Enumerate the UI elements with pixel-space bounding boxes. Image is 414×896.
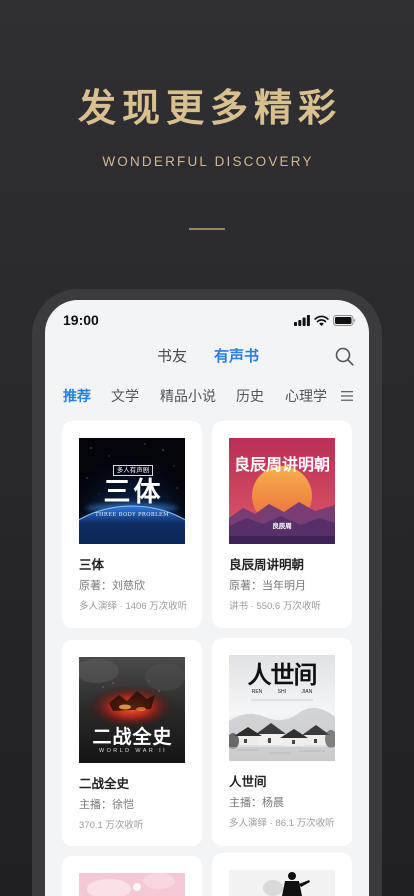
wifi-icon xyxy=(314,315,329,326)
book-credit: 主播：杨晨 xyxy=(229,797,284,809)
promo-subheadline: WONDERFUL DISCOVERY xyxy=(102,154,314,169)
status-bar: 19:00 xyxy=(45,300,369,336)
book-cover xyxy=(79,873,185,896)
phone-frame: 19:00 书友 有声书 推荐 文学 精品小说 历史 心理学 多人有声剧 三体 … xyxy=(32,289,382,896)
book-cover: 多人有声剧 三体 THREE BODY PROBLEM xyxy=(79,438,185,544)
category-tab-recommended[interactable]: 推荐 xyxy=(63,387,91,405)
category-tab-literature[interactable]: 文学 xyxy=(111,387,139,405)
book-card[interactable]: 二战全史 WORLD WAR II 二战全史 主播：徐恺 370.1 万次收听 xyxy=(62,640,202,846)
book-card[interactable] xyxy=(62,856,202,896)
book-credit: 主播：徐恺 xyxy=(79,799,134,811)
book-title: 人世间 xyxy=(229,775,267,789)
book-cover: 人世间 REN SHI JIAN xyxy=(229,655,335,761)
book-play-count: 多人演绎 · 1406 万次收听 xyxy=(79,601,188,612)
status-icons xyxy=(294,314,356,326)
status-time: 19:00 xyxy=(63,312,99,328)
cover-subtitle: WORLD WAR II xyxy=(98,748,167,754)
cover-badge: 多人有声剧 xyxy=(113,465,153,476)
book-card[interactable]: 良辰周讲明朝 良辰周 良辰周讲明朝 原著：当年明月 讲书 · 550.6 万次收… xyxy=(212,421,352,628)
book-title: 二战全史 xyxy=(79,777,130,791)
promo-headline: 发现更多精彩 xyxy=(77,85,342,130)
book-play-count: 讲书 · 550.6 万次收听 xyxy=(229,601,321,612)
top-nav: 书友 有声书 xyxy=(45,340,369,374)
book-play-count: 多人演绎 · 86.1 万次收听 xyxy=(229,818,335,829)
book-title: 三体 xyxy=(79,558,105,572)
book-card[interactable]: 多人有声剧 三体 THREE BODY PROBLEM 三体 原著：刘慈欣 多人… xyxy=(62,421,202,628)
menu-icon[interactable] xyxy=(341,391,353,401)
cover-subtitle: REN SHI JIAN xyxy=(251,689,313,695)
phone-screen: 19:00 书友 有声书 推荐 文学 精品小说 历史 心理学 多人有声剧 三体 … xyxy=(45,300,369,896)
category-tab-psychology[interactable]: 心理学 xyxy=(285,387,327,405)
cover-title: 人世间 xyxy=(247,660,318,689)
search-icon[interactable] xyxy=(335,347,354,366)
book-cover xyxy=(229,870,335,896)
cover-title: 三体 xyxy=(103,477,164,507)
book-cover: 良辰周讲明朝 良辰周 xyxy=(229,438,335,544)
category-tab-history[interactable]: 历史 xyxy=(236,387,264,405)
cover-title: 良辰周讲明朝 xyxy=(233,457,330,474)
book-cover: 二战全史 WORLD WAR II xyxy=(79,657,185,763)
book-title: 良辰周讲明朝 xyxy=(229,558,305,572)
book-card[interactable] xyxy=(212,853,352,896)
tab-book-friends[interactable]: 书友 xyxy=(157,347,187,367)
gold-divider xyxy=(189,228,225,230)
cover-art-pastel xyxy=(79,873,185,896)
category-tabs: 推荐 文学 精品小说 历史 心理学 xyxy=(45,382,369,410)
cover-signature: 良辰周 xyxy=(272,523,292,530)
cellular-signal-icon xyxy=(294,314,310,326)
cover-title: 二战全史 xyxy=(92,727,173,748)
book-card[interactable]: 人世间 REN SHI JIAN 人世间 主播：杨晨 多人演绎 · 86.1 万… xyxy=(212,638,352,846)
book-play-count: 370.1 万次收听 xyxy=(79,820,144,831)
cover-art-silhouette xyxy=(229,870,335,896)
tab-audiobooks[interactable]: 有声书 xyxy=(214,347,259,367)
book-credit: 原著：刘慈欣 xyxy=(79,580,145,592)
battery-icon xyxy=(333,314,356,326)
cover-subtitle: THREE BODY PROBLEM xyxy=(95,512,169,518)
book-credit: 原著：当年明月 xyxy=(229,580,306,592)
category-tab-novels[interactable]: 精品小说 xyxy=(160,387,216,405)
